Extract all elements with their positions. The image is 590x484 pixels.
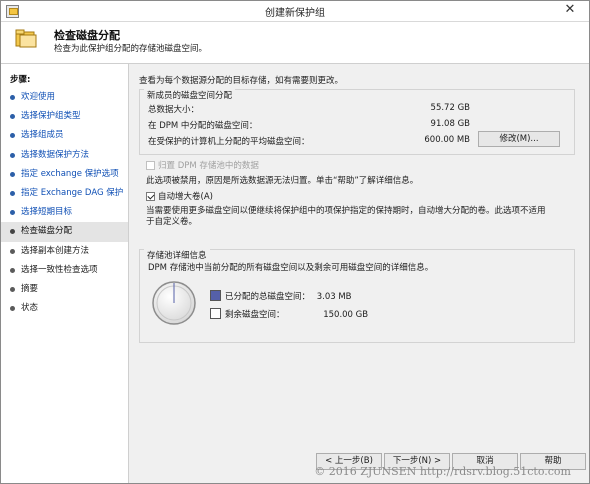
allocated-swatch: [210, 290, 221, 301]
intro-text: 查看为每个数据源分配的目标存储，如有需要则更改。: [139, 76, 344, 86]
main-content: 查看为每个数据源分配的目标存储，如有需要则更改。 新成员的磁盘空间分配 总数据大…: [134, 64, 584, 444]
bullet-icon: [10, 171, 15, 177]
free-space-row: 剩余磁盘空间： 150.00 GB: [210, 308, 368, 320]
autogrow-note-line1: 当需要使用更多磁盘空间以便继续将保护组中的项保护指定的保持期时，自动增大分配的卷…: [146, 206, 546, 216]
bullet-icon: [10, 248, 15, 254]
autogrow-checkbox-row[interactable]: 自动增大卷(A): [146, 190, 213, 202]
free-swatch: [210, 308, 221, 319]
step-item: 选择一致性检查选项: [1, 261, 128, 280]
step-item[interactable]: 选择组成员: [1, 126, 128, 145]
autogrow-note-line2: 于自定义卷。: [146, 217, 198, 227]
bullet-icon: [10, 152, 15, 158]
allocated-label: 已分配的总磁盘空间：: [225, 292, 311, 302]
bullet-icon: [10, 286, 15, 292]
allocated-value: 3.03 MB: [316, 292, 352, 302]
total-data-size-label: 总数据大小：: [148, 105, 200, 115]
close-button[interactable]: ✕: [557, 2, 583, 18]
steps-sidebar: 步骤: 欢迎使用选择保护组类型 选择组成员选择数据保护方法指定 exchange …: [1, 64, 129, 483]
colocate-checkbox[interactable]: [146, 161, 155, 170]
allocated-space-row: 已分配的总磁盘空间： 3.03 MB: [210, 290, 352, 302]
step-label: 选择保护组类型: [21, 111, 81, 122]
bullet-icon: [10, 210, 15, 216]
bullet-icon: [10, 95, 15, 100]
step-label: 欢迎使用: [21, 92, 56, 102]
step-item[interactable]: 选择短期目标: [1, 203, 128, 222]
free-value: 150.00 GB: [323, 310, 369, 320]
autogrow-checkbox[interactable]: [146, 192, 155, 201]
window-title: 创建新保护组: [265, 8, 325, 19]
bullet-icon: [10, 114, 15, 120]
bullet-icon: [10, 190, 15, 196]
title-bar: 创建新保护组 ✕: [1, 1, 589, 22]
step-label: 选择数据保护方法: [21, 149, 90, 160]
step-item[interactable]: 指定 Exchange DAG 保护: [1, 184, 128, 203]
step-item[interactable]: 选择保护组类型: [1, 107, 128, 126]
storage-pool-description: DPM 存储池中当前分配的所有磁盘空间以及剩余可用磁盘空间的详细信息。: [148, 263, 434, 273]
bullet-icon: [10, 306, 15, 312]
step-label: 指定 Exchange DAG 保护: [21, 187, 124, 198]
steps-title: 步骤:: [10, 75, 31, 85]
step-item: 摘要: [1, 280, 128, 299]
step-label: 摘要: [21, 283, 39, 294]
step-label: 选择副本创建方法: [21, 245, 90, 256]
page-title: 检查磁盘分配: [54, 29, 120, 42]
storage-pool-legend: 存储池详细信息: [144, 249, 210, 261]
disk-usage-pie-icon: [152, 281, 196, 325]
page-subtitle: 检查为此保护组分配的存储池磁盘空间。: [54, 44, 208, 54]
colocate-checkbox-row[interactable]: 归置 DPM 存储池中的数据: [146, 159, 259, 171]
autogrow-label: 自动增大卷(A): [158, 192, 213, 202]
bullet-icon: [10, 133, 15, 139]
step-item[interactable]: 指定 exchange 保护选项: [1, 165, 128, 184]
colocate-label: 归置 DPM 存储池中的数据: [158, 161, 259, 171]
dpm-allocated-label: 在 DPM 中分配的磁盘空间：: [148, 121, 258, 131]
allocation-legend: 新成员的磁盘空间分配: [144, 89, 236, 101]
step-label: 选择一致性检查选项: [21, 264, 98, 275]
folder-wizard-icon: [15, 29, 37, 48]
step-label: 选择组成员: [21, 130, 64, 141]
step-label: 检查磁盘分配: [21, 226, 73, 237]
bullet-icon: [10, 229, 15, 235]
step-item[interactable]: 欢迎使用: [1, 88, 128, 107]
step-label: 状态: [21, 303, 39, 314]
wizard-window: 创建新保护组 ✕ 检查磁盘分配 检查为此保护组分配的存储池磁盘空间。 步骤: 欢…: [0, 0, 590, 484]
step-item[interactable]: 选择数据保护方法: [1, 146, 128, 165]
dpm-allocated-value: 91.08 GB: [430, 119, 470, 129]
colocate-note: 此选项被禁用，原因是所选数据源无法归置。单击“帮助”了解详细信息。: [146, 176, 419, 186]
total-data-size-value: 55.72 GB: [430, 103, 470, 113]
step-label: 指定 exchange 保护选项: [21, 168, 119, 179]
wizard-header: 检查磁盘分配 检查为此保护组分配的存储池磁盘空间。: [1, 22, 589, 64]
protected-computer-allocated-label: 在受保护的计算机上分配的平均磁盘空间：: [148, 137, 310, 147]
step-item: 选择副本创建方法: [1, 242, 128, 261]
free-label: 剩余磁盘空间：: [225, 310, 285, 320]
steps-list: 欢迎使用选择保护组类型 选择组成员选择数据保护方法指定 exchange 保护选项…: [1, 88, 128, 318]
watermark: © 2016 ZJUNSEN http://rdsrv.blog.51cto.c…: [314, 465, 571, 478]
step-label: 选择短期目标: [21, 207, 73, 218]
bullet-icon: [10, 267, 15, 273]
allocation-group: 新成员的磁盘空间分配 总数据大小： 55.72 GB 在 DPM 中分配的磁盘空…: [139, 89, 575, 155]
modify-button[interactable]: 修改(M)...: [478, 131, 560, 147]
storage-pool-group: 存储池详细信息 DPM 存储池中当前分配的所有磁盘空间以及剩余可用磁盘空间的详细…: [139, 249, 575, 343]
protected-computer-allocated-value: 600.00 MB: [424, 135, 470, 145]
step-item: 状态: [1, 299, 128, 318]
step-item: 检查磁盘分配: [1, 222, 128, 242]
